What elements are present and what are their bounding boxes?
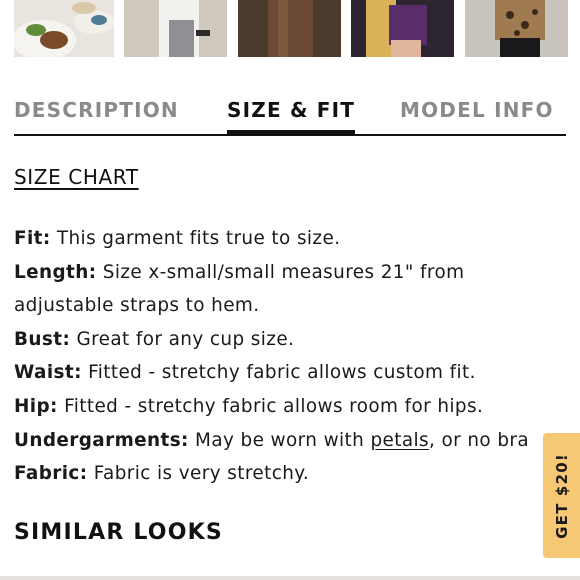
thumbnail-model-brown[interactable] xyxy=(238,0,341,57)
length-value: Size x-small/small measures 21" from xyxy=(96,261,465,283)
waist-row: Waist: Fitted - stretchy fabric allows c… xyxy=(14,356,574,390)
promo-label: GET $20! xyxy=(552,452,571,539)
fit-details: Fit: This garment fits true to size. Len… xyxy=(14,222,574,491)
fabric-label: Fabric: xyxy=(14,463,88,485)
bust-row: Bust: Great for any cup size. xyxy=(14,323,574,357)
product-thumbnail-strip xyxy=(0,0,580,57)
bust-label: Bust: xyxy=(14,328,71,350)
active-tab-indicator xyxy=(227,130,355,136)
fabric-value: Fabric is very stretchy. xyxy=(87,463,310,485)
fabric-row: Fabric: Fabric is very stretchy. xyxy=(14,457,574,491)
undergarments-value: May be worn with xyxy=(188,429,371,451)
length-value-continued: adjustable straps to hem. xyxy=(14,295,260,317)
undergarments-row: Undergarments: May be worn with petals, … xyxy=(14,424,574,458)
thumbnail-model-purple[interactable] xyxy=(351,0,454,57)
tab-model-info[interactable]: MODEL INFO xyxy=(400,98,554,122)
length-row-continued: adjustable straps to hem. xyxy=(14,289,574,323)
product-info-tabs: DESCRIPTION SIZE & FIT MODEL INFO xyxy=(14,88,566,138)
get-20-promo-button[interactable]: GET $20! xyxy=(543,433,580,558)
length-row: Length: Size x-small/small measures 21" … xyxy=(14,256,574,290)
hip-row: Hip: Fitted - stretchy fabric allows roo… xyxy=(14,390,574,424)
waist-label: Waist: xyxy=(14,362,82,384)
thumbnail-food-plate[interactable] xyxy=(14,0,114,57)
fit-row: Fit: This garment fits true to size. xyxy=(14,222,574,256)
next-section-edge xyxy=(0,576,580,580)
fit-label: Fit: xyxy=(14,228,51,249)
thumbnail-model-leopard[interactable] xyxy=(465,0,568,57)
undergarments-value-end: , or no bra xyxy=(429,429,530,451)
bust-value: Great for any cup size. xyxy=(70,328,295,350)
length-label: Length: xyxy=(14,261,97,283)
petals-link[interactable]: petals xyxy=(370,430,429,451)
fit-value: This garment fits true to size. xyxy=(50,228,341,249)
hip-value: Fitted - stretchy fabric allows room for… xyxy=(57,395,484,417)
tab-description[interactable]: DESCRIPTION xyxy=(14,98,179,122)
thumbnail-model-white[interactable] xyxy=(124,0,227,57)
waist-value: Fitted - stretchy fabric allows custom f… xyxy=(81,362,476,384)
size-chart-link[interactable]: SIZE CHART xyxy=(14,165,139,189)
tab-size-fit[interactable]: SIZE & FIT xyxy=(227,98,355,122)
hip-label: Hip: xyxy=(14,395,58,417)
undergarments-label: Undergarments: xyxy=(14,429,189,451)
similar-looks-heading: SIMILAR LOOKS xyxy=(14,520,223,545)
